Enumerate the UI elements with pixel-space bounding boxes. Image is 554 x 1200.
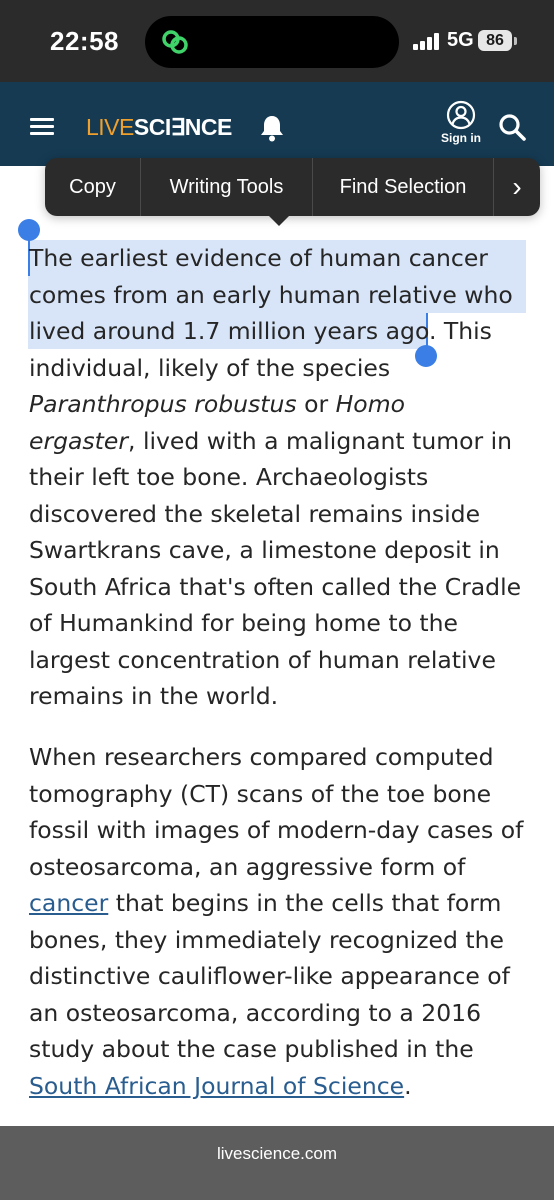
text-line: osteosarcoma, an aggressive form of [29,852,466,881]
writing-tools-menu-item[interactable]: Writing Tools [141,158,312,216]
text-fragment: or [296,390,336,418]
text-line: When researchers compared computed [29,743,494,771]
species-name: ergaster [29,426,129,455]
logo-live: LIVE [86,114,134,140]
journal-link[interactable]: South African Journal of Science [29,1072,404,1100]
text-line: Paranthropus robustus or Homo [29,386,539,423]
text-line: of Humankind for being home to the [29,609,458,637]
text-line: fossil with images of modern-day cases o… [29,816,524,844]
site-header: LIVESCI∃NCE Sign in [0,82,554,166]
menu-pointer [267,214,291,226]
copy-menu-item[interactable]: Copy [45,158,140,216]
dynamic-island[interactable] [145,16,399,68]
more-options-chevron-icon[interactable]: › [494,158,540,216]
bell-icon[interactable] [259,114,285,142]
hamburger-menu-icon[interactable] [30,118,54,136]
text-line: their left toe bone. Archaeologists [29,463,429,491]
text-line: bones, they immediately recognized the [29,925,504,954]
find-selection-menu-item[interactable]: Find Selection [313,158,493,216]
text-fragment: . This [428,317,492,345]
text-line: Swartkrans cave, a limestone deposit in [29,536,500,564]
text-line: study about the case published in the [29,1035,474,1063]
text-line: tomography (CT) scans of the toe bone [29,779,492,808]
text-line: distinctive cauliflower-like appearance … [29,962,510,990]
cancer-link[interactable]: cancer [29,889,108,917]
user-account-icon[interactable] [446,100,476,130]
text-fragment: that begins in the cells that form [108,889,502,917]
battery-tip [514,37,517,45]
text-line: remains in the world. [29,682,279,710]
selection-start-handle[interactable] [18,219,40,241]
text-selection-menu: Copy Writing Tools Find Selection › [45,158,540,216]
text-line: individual, likely of the species [29,353,391,382]
text-line: South African Journal of Science. [29,1068,549,1105]
sign-in-label[interactable]: Sign in [434,131,488,145]
text-line: South Africa that's often called the Cra… [29,572,522,601]
text-fragment: . [404,1071,412,1100]
article-paragraph-1: The earliest evidence of human cancer co… [29,240,539,715]
species-name: Paranthropus robustus [29,390,297,418]
site-logo[interactable]: LIVESCI∃NCE [86,114,232,141]
battery-icon: 86 [478,30,512,51]
cellular-signal-icon [413,32,441,50]
status-bar: 22:58 5G 86 [0,0,554,82]
browser-url-bar[interactable]: livescience.com [0,1126,554,1200]
logo-science: SCI∃NCE [133,114,232,140]
text-line: The earliest evidence of human cancer [29,244,488,272]
text-line: ergaster, lived with a malignant tumor i… [29,423,539,460]
text-line: cancer that begins in the cells that for… [29,885,549,922]
search-icon[interactable] [497,112,527,142]
selected-text: lived around 1.7 million years ago [29,317,429,345]
network-type: 5G [447,29,474,51]
text-line: an osteosarcoma, according to a 2016 [29,998,482,1027]
status-time: 22:58 [50,26,119,56]
species-name: Homo [335,390,405,418]
text-fragment: , lived with a malignant tumor in [128,426,513,455]
text-line: discovered the skeletal remains inside [29,499,481,528]
link-activity-icon [162,30,188,54]
url-domain[interactable]: livescience.com [0,1144,554,1164]
article-paragraph-2: When researchers compared computed tomog… [29,739,549,1104]
text-line: lived around 1.7 million years ago. This [29,313,539,350]
text-line: largest concentration of human relative [29,645,496,674]
text-line: comes from an early human relative who [29,280,513,309]
